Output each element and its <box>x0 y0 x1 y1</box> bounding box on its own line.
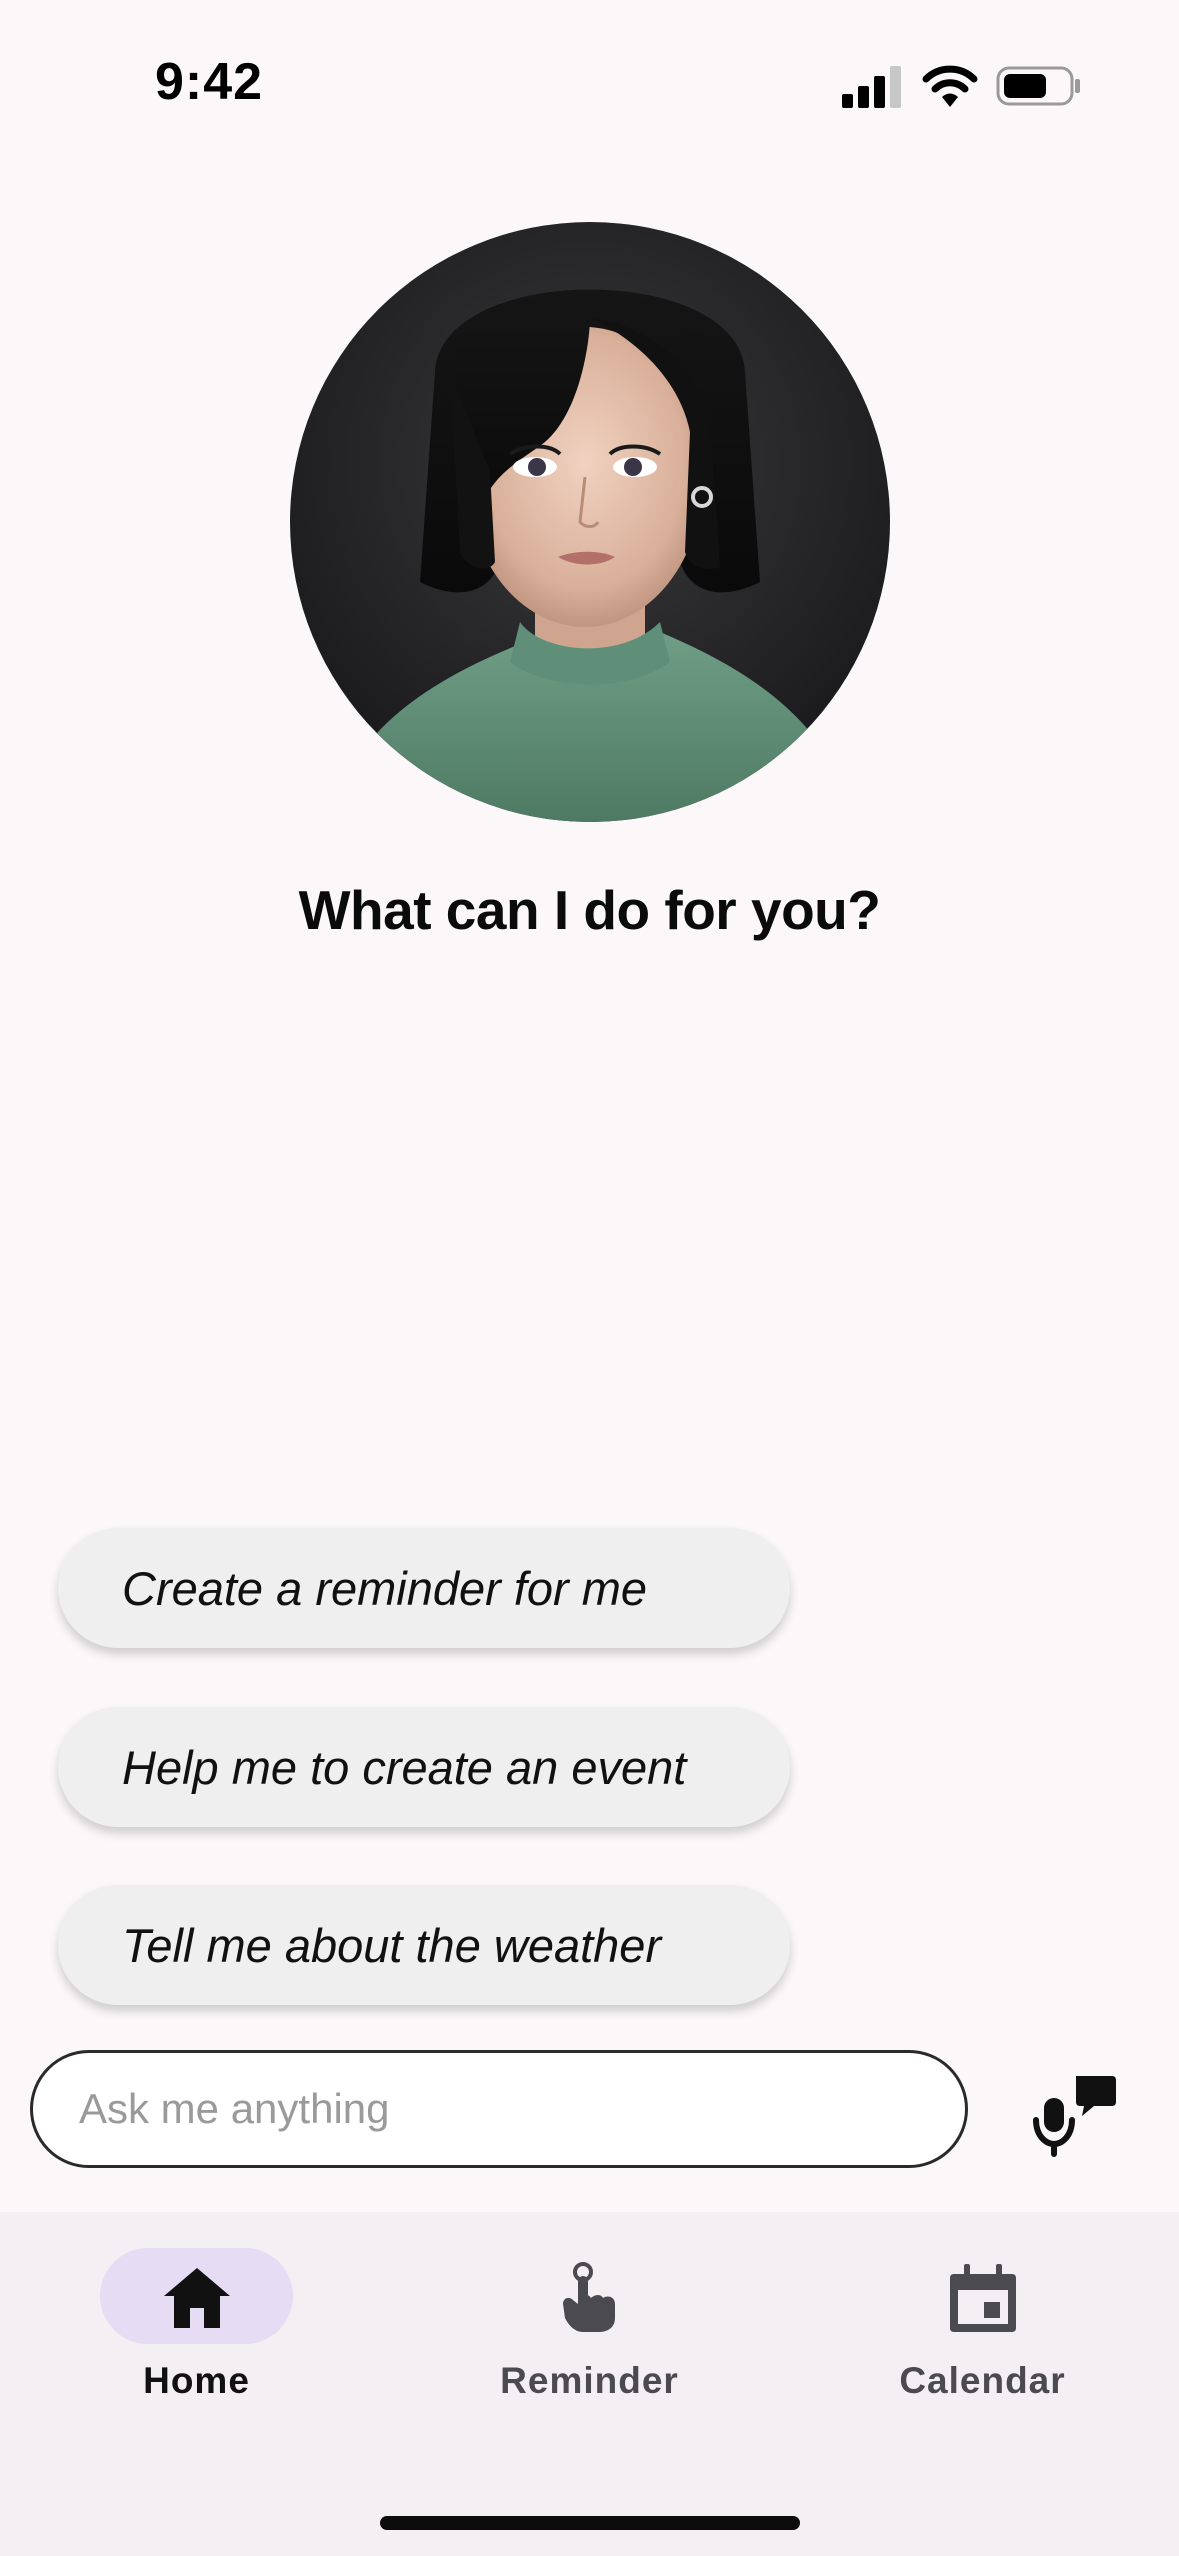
nav-reminder-label: Reminder <box>500 2360 679 2401</box>
nav-home-label: Home <box>143 2360 250 2401</box>
assistant-avatar <box>290 222 890 822</box>
nav-calendar-label: Calendar <box>899 2360 1066 2401</box>
suggestion-create-reminder[interactable]: Create a reminder for me <box>58 1528 790 1648</box>
suggestion-weather[interactable]: Tell me about the weather <box>58 1885 790 2005</box>
status-time: 9:42 <box>155 53 264 111</box>
home-icon <box>164 2268 230 2328</box>
battery-icon <box>996 66 1080 106</box>
nav-reminder[interactable]: Reminder <box>393 2212 786 2432</box>
home-indicator[interactable] <box>380 2516 800 2530</box>
status-bar: 9:42 <box>0 0 1179 170</box>
ask-input[interactable] <box>30 2050 968 2168</box>
bottom-navigation: Home Reminder Calendar <box>0 2212 1179 2556</box>
suggestion-create-event[interactable]: Help me to create an event <box>58 1707 790 1827</box>
assistant-greeting: What can I do for you? <box>298 879 881 941</box>
wifi-icon <box>922 65 978 107</box>
calendar-icon <box>950 2264 1016 2332</box>
nav-calendar[interactable]: Calendar <box>786 2212 1179 2432</box>
reminder-finger-icon <box>563 2262 615 2332</box>
cellular-signal-icon <box>842 66 901 108</box>
nav-home[interactable]: Home <box>0 2212 393 2432</box>
voice-chat-icon[interactable] <box>1030 2070 1118 2158</box>
